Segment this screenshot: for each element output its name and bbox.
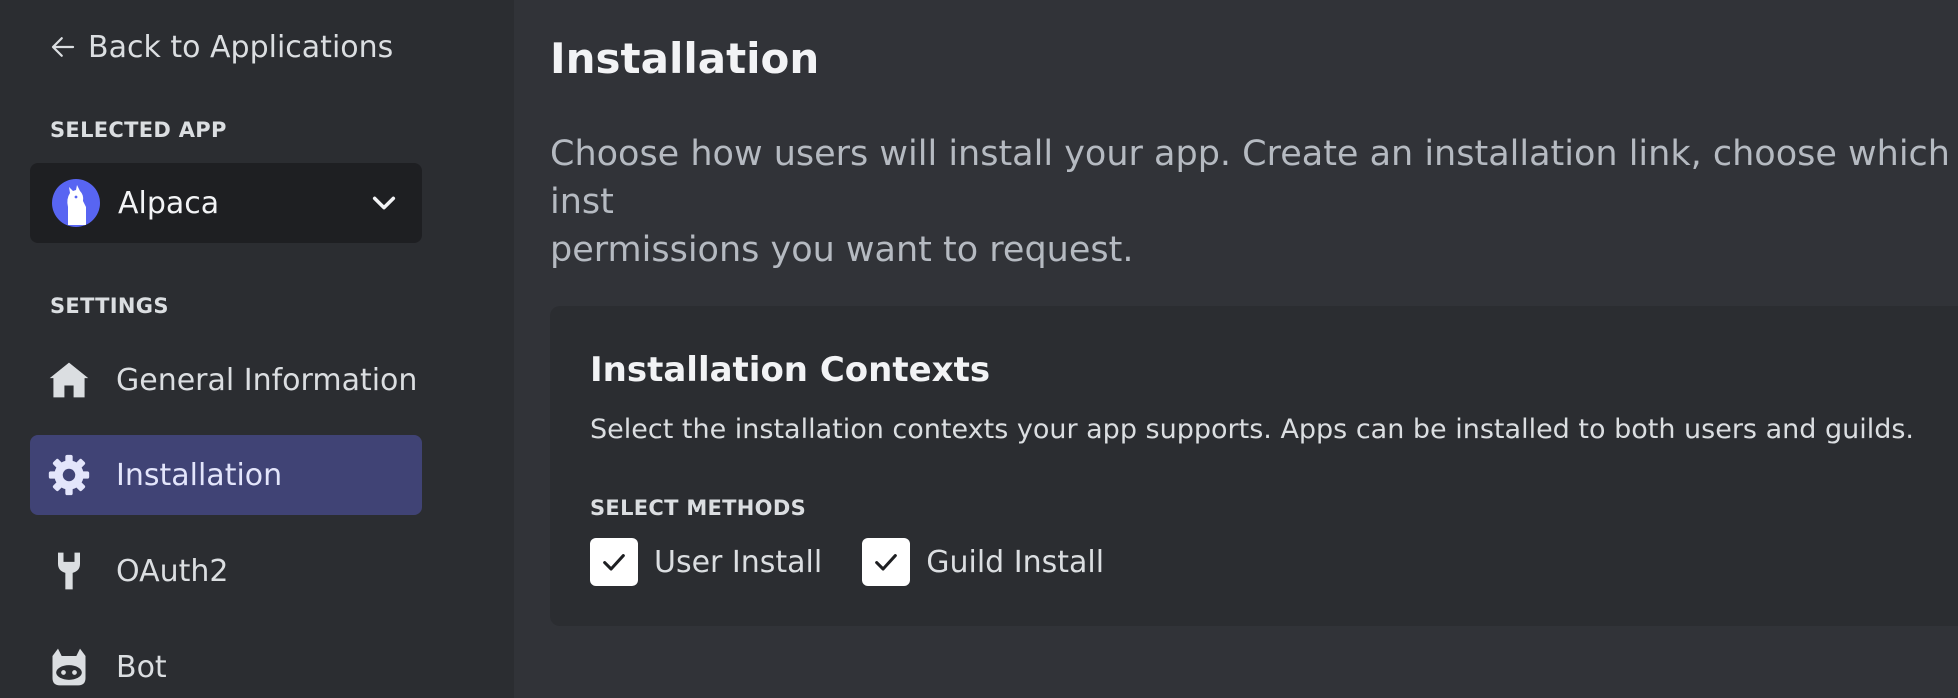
page-title: Installation [550, 34, 820, 83]
gear-icon [46, 452, 92, 498]
card-title: Installation Contexts [590, 350, 991, 390]
user-install-label: User Install [654, 544, 823, 580]
select-methods-group: User Install Guild Install [590, 538, 1144, 586]
checkmark-icon [875, 554, 898, 571]
card-description: Select the installation contexts your ap… [590, 414, 1914, 445]
sidebar: Back to Applications SELECTED APP Alpaca… [0, 0, 514, 698]
sidebar-item-label: OAuth2 [116, 553, 229, 589]
checkmark-icon [603, 554, 625, 571]
chevron-down-icon [372, 196, 396, 210]
page-description: Choose how users will install your app. … [550, 134, 1950, 270]
user-install-option[interactable]: User Install [590, 538, 822, 586]
sidebar-item-label: General Information [116, 362, 418, 398]
back-to-applications-link[interactable]: Back to Applications [48, 24, 393, 70]
developer-portal: Back to Applications SELECTED APP Alpaca… [0, 0, 1958, 698]
guild-install-label: Guild Install [926, 544, 1105, 580]
installation-contexts-card: Installation Contexts Select the install… [550, 306, 1958, 626]
alpaca-logo-icon [67, 185, 86, 225]
sidebar-item-oauth2[interactable]: OAuth2 [30, 531, 422, 611]
sidebar-item-installation[interactable]: Installation [30, 435, 422, 515]
sidebar-item-bot[interactable]: Bot [30, 627, 422, 698]
wrench-icon [46, 548, 92, 594]
sidebar-item-label: Installation [116, 457, 283, 493]
guild-install-option[interactable]: Guild Install [862, 538, 1104, 586]
robot-icon [46, 644, 92, 690]
app-selector-dropdown[interactable]: Alpaca [30, 163, 422, 243]
selected-app-name: Alpaca [118, 185, 220, 221]
selected-app-heading: SELECTED APP [50, 118, 227, 142]
back-link-label: Back to Applications [88, 29, 394, 65]
select-methods-heading: SELECT METHODS [590, 496, 806, 520]
home-icon [46, 357, 92, 403]
settings-heading: SETTINGS [50, 294, 169, 318]
main-content: Installation Choose how users will insta… [514, 0, 1958, 698]
sidebar-item-general-information[interactable]: General Information [30, 340, 422, 420]
user-install-checkbox[interactable] [590, 538, 638, 586]
app-avatar [52, 179, 100, 227]
sidebar-item-label: Bot [116, 649, 167, 685]
guild-install-checkbox[interactable] [862, 538, 911, 586]
arrow-left-icon [51, 37, 75, 57]
